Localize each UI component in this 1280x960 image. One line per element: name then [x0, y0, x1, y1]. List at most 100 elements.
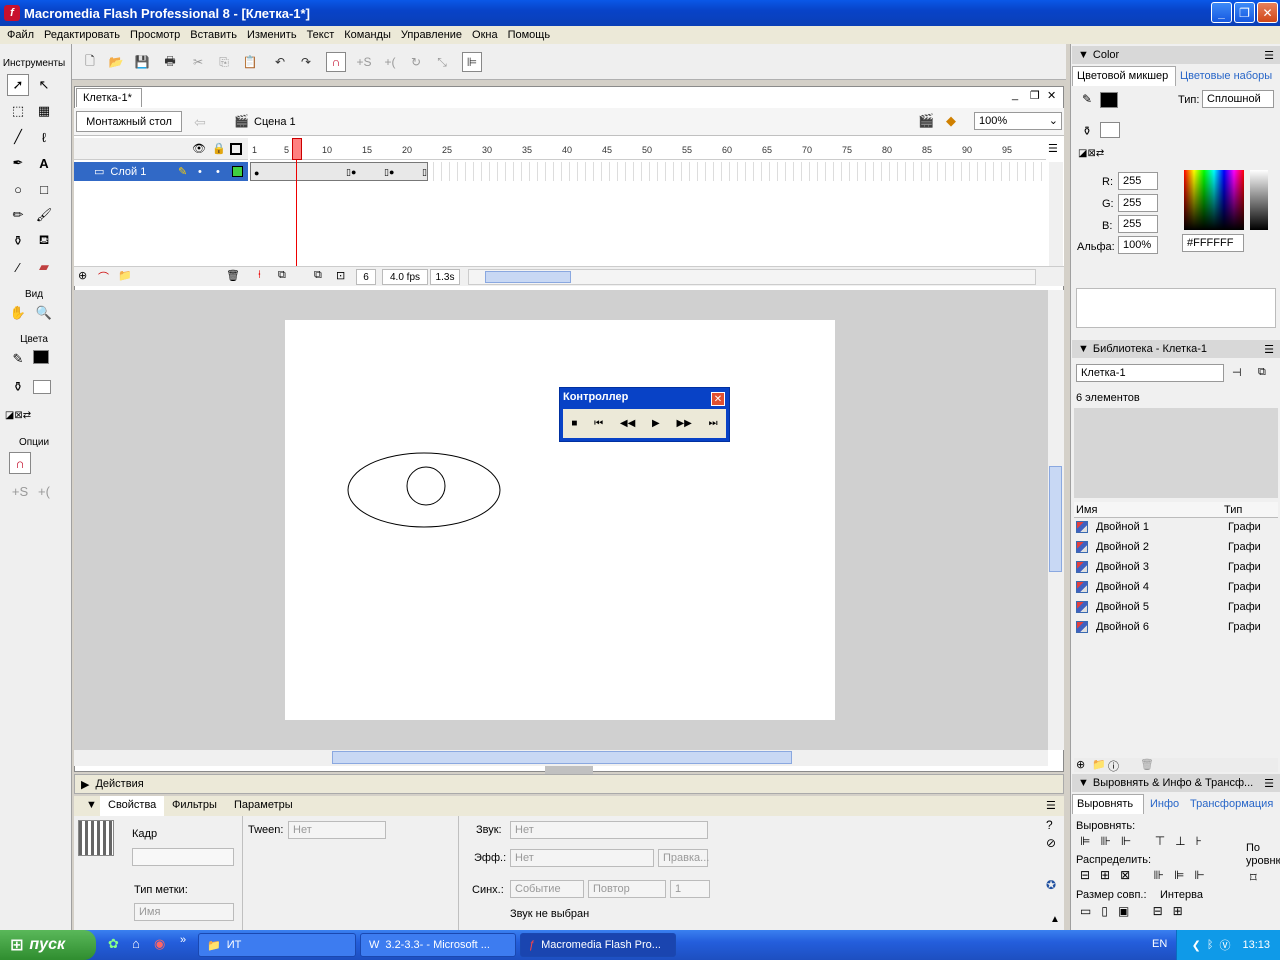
oval-tool-icon[interactable]: ○ — [7, 178, 29, 200]
menu-modify[interactable]: Изменить — [242, 29, 302, 41]
save-icon[interactable]: 💾 — [132, 52, 152, 72]
library-panel-header[interactable]: ▼ Библиотека - Клетка-1 ☰ — [1072, 340, 1280, 358]
maximize-button[interactable]: ❐ — [1234, 2, 1255, 23]
layer-color-swatch[interactable] — [232, 166, 243, 177]
document-tab[interactable]: Клетка-1* — [76, 88, 142, 107]
new-library-icon[interactable]: ⧉ — [1258, 366, 1266, 379]
sync-select[interactable]: Событие — [510, 880, 584, 898]
fill-swatch[interactable] — [33, 380, 51, 394]
quicklaunch-more-icon[interactable]: » — [180, 934, 186, 946]
controller-close-icon[interactable]: ✕ — [711, 392, 725, 406]
repeat-select[interactable]: Повтор — [588, 880, 666, 898]
tab-align[interactable]: Выровнять — [1072, 794, 1144, 814]
pencil-tool-icon[interactable]: ✏ — [7, 204, 29, 226]
pin-library-icon[interactable]: ⊣ — [1232, 366, 1242, 379]
panel-menu-icon[interactable]: ☰ — [1264, 49, 1274, 62]
fill-color-icon[interactable]: ⚱ — [1082, 124, 1092, 138]
stage-button[interactable]: Монтажный стол — [76, 111, 182, 132]
stop-icon[interactable]: ■ — [571, 418, 577, 429]
step-forward-icon[interactable]: ▶▶ — [676, 418, 691, 429]
new-file-icon[interactable]: 🗋 — [80, 52, 100, 72]
selection-tool-icon[interactable]: ➚ — [7, 74, 29, 96]
panel-menu-icon[interactable]: ☰ — [1264, 343, 1274, 356]
edit-icon[interactable]: ⊘ — [1046, 836, 1056, 850]
quicklaunch-icon[interactable]: ✿ — [108, 936, 119, 952]
tab-color-swatches[interactable]: Цветовые наборы — [1180, 70, 1272, 82]
tab-parameters[interactable]: Параметры — [234, 799, 293, 811]
language-indicator[interactable]: EN — [1152, 938, 1167, 950]
swap-colors-icon[interactable]: ◪⊠⇄ — [5, 404, 31, 426]
onion-outline-icon[interactable]: ⧉ — [314, 269, 322, 282]
end-frame-marker[interactable]: ▯ — [422, 167, 427, 178]
doc-restore-icon[interactable]: ❐ — [1030, 89, 1040, 102]
r-input[interactable]: 255 — [1118, 172, 1158, 190]
tab-info[interactable]: Инфо — [1150, 798, 1179, 810]
menu-file[interactable]: Файл — [2, 29, 39, 41]
col-type[interactable]: Тип — [1224, 504, 1242, 516]
label-type-select[interactable]: Имя — [134, 903, 234, 921]
fill-type-select[interactable]: Сплошной — [1202, 90, 1274, 108]
tab-filters[interactable]: Фильтры — [172, 799, 217, 811]
task-word[interactable]: W 3.2-3.3- - Microsoft ... — [360, 933, 516, 957]
outline-icon[interactable] — [230, 143, 242, 155]
controller-panel[interactable]: Контроллер ✕ ■ ⏮ ◀◀ ▶ ▶▶ ⏭ — [559, 387, 730, 442]
stage[interactable] — [285, 320, 835, 720]
smooth-icon[interactable]: +S — [9, 480, 31, 502]
scroll-thumb[interactable] — [485, 271, 571, 283]
start-button[interactable]: ⊞ пуск — [0, 930, 96, 960]
color-spectrum[interactable] — [1184, 170, 1244, 230]
hand-tool-icon[interactable]: ✋ — [7, 302, 29, 324]
scene-label[interactable]: Сцена 1 — [254, 116, 296, 128]
repeat-count-input[interactable]: 1 — [670, 880, 710, 898]
to-stage-button[interactable]: ⌑ — [1250, 870, 1257, 886]
tray-icon[interactable]: ❮ — [1192, 939, 1201, 952]
g-input[interactable]: 255 — [1118, 194, 1158, 212]
keyframe-marker[interactable]: ▯● — [346, 167, 356, 178]
stage-vscroll[interactable] — [1048, 290, 1064, 750]
add-guide-icon[interactable]: ⌒ — [98, 269, 109, 285]
stroke-swatch[interactable] — [33, 350, 49, 364]
snap-icon[interactable]: ∩ — [326, 52, 346, 72]
step-back-icon[interactable]: ◀◀ — [620, 418, 635, 429]
lasso-tool-icon[interactable]: ℓ — [33, 126, 55, 148]
collapse-handle[interactable] — [545, 766, 593, 774]
tab-properties[interactable]: Свойства — [100, 796, 165, 816]
menu-commands[interactable]: Команды — [339, 29, 396, 41]
align-buttons[interactable]: ⊫⊪⊩ ⊤⊥⊦ — [1080, 834, 1212, 848]
delete-icon[interactable]: 🗑 — [1140, 758, 1154, 771]
stroke-color-icon[interactable]: ✎ — [1082, 92, 1092, 106]
panel-menu-icon[interactable]: ☰ — [1264, 777, 1274, 790]
align-tb-icon[interactable]: ⊫ — [462, 52, 482, 72]
zoom-tool-icon[interactable]: 🔍 — [33, 302, 55, 324]
effect-select[interactable]: Нет — [510, 849, 654, 867]
rotate-icon[interactable]: ↻ — [406, 52, 426, 72]
rectangle-tool-icon[interactable]: □ — [33, 178, 55, 200]
straighten-tb-icon[interactable]: +( — [380, 52, 400, 72]
swap-colors-icon[interactable]: ◪⊠⇄ — [1078, 148, 1104, 159]
list-item[interactable]: Двойной 6 Графи — [1074, 618, 1270, 636]
list-item[interactable]: Двойной 2 Графи — [1074, 538, 1270, 556]
accessibility-icon[interactable]: ✪ — [1046, 878, 1056, 892]
antivirus-icon[interactable]: Ⓥ — [1219, 937, 1230, 953]
menu-help[interactable]: Помощь — [503, 29, 556, 41]
col-name[interactable]: Имя — [1076, 504, 1097, 516]
eraser-icon[interactable]: ▰ — [33, 256, 55, 278]
menu-control[interactable]: Управление — [396, 29, 467, 41]
list-item[interactable]: Двойной 1 Графи — [1074, 518, 1270, 536]
zoom-select[interactable]: 100% ⌄ — [974, 112, 1062, 130]
doc-minimize-icon[interactable]: _ — [1012, 89, 1018, 101]
bluetooth-icon[interactable]: ᛒ — [1207, 939, 1214, 951]
add-folder-icon[interactable]: 📁 — [118, 269, 132, 282]
task-folder[interactable]: 📁 ИТ — [198, 933, 356, 957]
hex-input[interactable]: #FFFFFF — [1182, 234, 1244, 252]
fill-transform-icon[interactable]: ▦ — [33, 100, 55, 122]
undo-icon[interactable]: ↶ — [270, 52, 290, 72]
collapse-arrow-icon[interactable]: ▼ — [86, 799, 97, 811]
props-menu-icon[interactable]: ☰ — [1046, 799, 1056, 812]
edit-scene-icon[interactable]: 🎬 — [918, 113, 934, 129]
frame-name-input[interactable] — [132, 848, 234, 866]
paste-icon[interactable]: 📋 — [240, 52, 260, 72]
distribute-buttons[interactable]: ⊟⊞⊠ ⊪⊫⊩ — [1080, 868, 1215, 882]
snap-magnet-icon[interactable]: ∩ — [9, 452, 31, 474]
close-button[interactable]: ✕ — [1257, 2, 1278, 23]
